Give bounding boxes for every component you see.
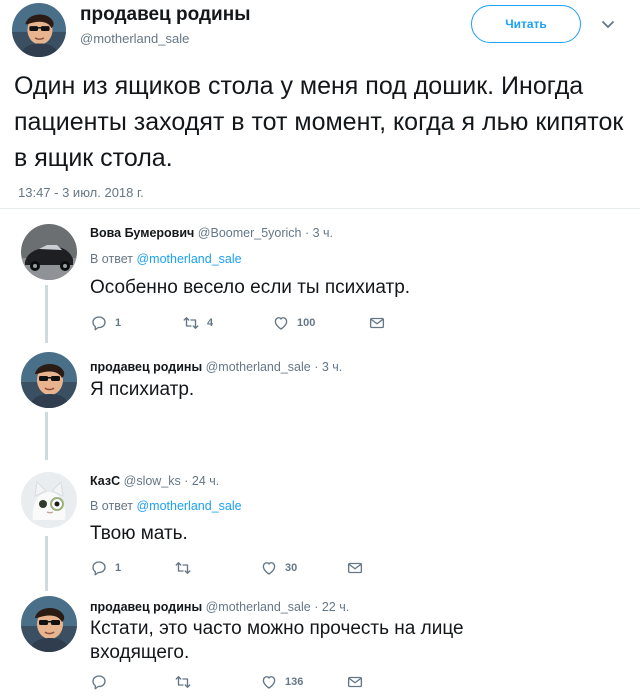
reply-author-name[interactable]: Вова Бумерович <box>90 226 194 240</box>
avatar[interactable] <box>21 472 77 528</box>
envelope-icon <box>346 559 364 577</box>
reply-text: Особенно весело если ты психиатр. <box>90 277 411 298</box>
retweet-action[interactable] <box>174 673 199 691</box>
reply-to-prefix: В ответ <box>90 252 133 266</box>
profile-photo <box>21 596 77 652</box>
reply-text: Я психиатр. <box>90 379 195 400</box>
avatar[interactable] <box>21 596 77 652</box>
reply-to-line: В ответ @motherland_sale <box>90 252 242 266</box>
heart-icon <box>260 559 278 577</box>
reply-author-name[interactable]: продавец родины <box>90 600 202 614</box>
retweet-icon <box>174 673 192 691</box>
profile-photo <box>21 472 77 528</box>
reply-action[interactable]: 1 <box>90 559 121 577</box>
thread-line <box>45 412 48 460</box>
reply-author-name[interactable]: продавец родины <box>90 360 202 374</box>
like-action[interactable]: 136 <box>260 673 303 691</box>
retweet-icon <box>174 559 192 577</box>
profile-photo <box>21 352 77 408</box>
author-handle[interactable]: @motherland_sale <box>80 31 189 46</box>
like-count: 100 <box>297 317 316 329</box>
reply-to-mention[interactable]: @motherland_sale <box>136 499 241 513</box>
dm-action[interactable] <box>346 559 364 577</box>
reply-header: Вова Бумерович @Boomer_5yorich · 3 ч. <box>90 226 333 240</box>
reply-meta[interactable]: @motherland_sale · 22 ч. <box>206 600 350 614</box>
author-display-name[interactable]: продавец родины <box>80 4 250 26</box>
like-action[interactable]: 30 <box>260 559 297 577</box>
thread-line <box>45 536 48 591</box>
tweet-timestamp[interactable]: 13:47 - 3 июл. 2018 г. <box>18 185 144 200</box>
reply-meta[interactable]: @motherland_sale · 3 ч. <box>206 360 343 374</box>
retweet-icon <box>182 314 200 332</box>
chevron-down-icon[interactable] <box>600 16 616 32</box>
dm-action[interactable] <box>368 314 386 332</box>
retweet-action[interactable] <box>174 559 199 577</box>
like-count: 136 <box>285 676 304 688</box>
avatar[interactable] <box>21 224 77 280</box>
action-bar: 1 30 <box>90 559 410 579</box>
reply-action[interactable] <box>90 673 115 691</box>
speech-bubble-icon <box>90 314 108 332</box>
reply-to-prefix: В ответ <box>90 499 133 513</box>
reply-count: 1 <box>115 317 122 329</box>
like-action[interactable]: 100 <box>272 314 315 332</box>
action-bar: 136 <box>90 673 410 693</box>
avatar[interactable] <box>21 352 77 408</box>
reply-author-name[interactable]: КазС <box>90 474 120 488</box>
reply-meta[interactable]: @Boomer_5yorich · 3 ч. <box>198 226 333 240</box>
reply-to-mention[interactable]: @motherland_sale <box>136 252 241 266</box>
speech-bubble-icon <box>90 673 108 691</box>
avatar[interactable] <box>12 3 66 57</box>
dm-action[interactable] <box>346 673 364 691</box>
reply-text: Твою мать. <box>90 523 188 544</box>
thread-line <box>45 285 48 343</box>
reply-to-line: В ответ @motherland_sale <box>90 499 242 513</box>
tweet-text: Один из ящиков стола у меня под дошик. И… <box>14 72 624 172</box>
retweet-action[interactable]: 4 <box>182 314 213 332</box>
retweet-count: 4 <box>207 317 214 329</box>
like-count: 30 <box>285 562 298 574</box>
reply-header: продавец родины @motherland_sale · 3 ч. <box>90 360 342 374</box>
follow-button[interactable]: Читать <box>471 5 581 43</box>
envelope-icon <box>346 673 364 691</box>
reply-text: Кстати, это часто можно прочесть на лице… <box>90 618 464 663</box>
reply-header: КазС @slow_ks · 24 ч. <box>90 474 219 488</box>
profile-photo <box>12 3 66 57</box>
divider <box>0 208 640 209</box>
heart-icon <box>260 673 278 691</box>
profile-photo <box>21 224 77 280</box>
reply-meta[interactable]: @slow_ks · 24 ч. <box>124 474 220 488</box>
envelope-icon <box>368 314 386 332</box>
heart-icon <box>272 314 290 332</box>
reply-count: 1 <box>115 562 122 574</box>
reply-action[interactable]: 1 <box>90 314 121 332</box>
action-bar: 1 4 100 <box>90 314 410 334</box>
reply-header: продавец родины @motherland_sale · 22 ч. <box>90 600 349 614</box>
speech-bubble-icon <box>90 559 108 577</box>
